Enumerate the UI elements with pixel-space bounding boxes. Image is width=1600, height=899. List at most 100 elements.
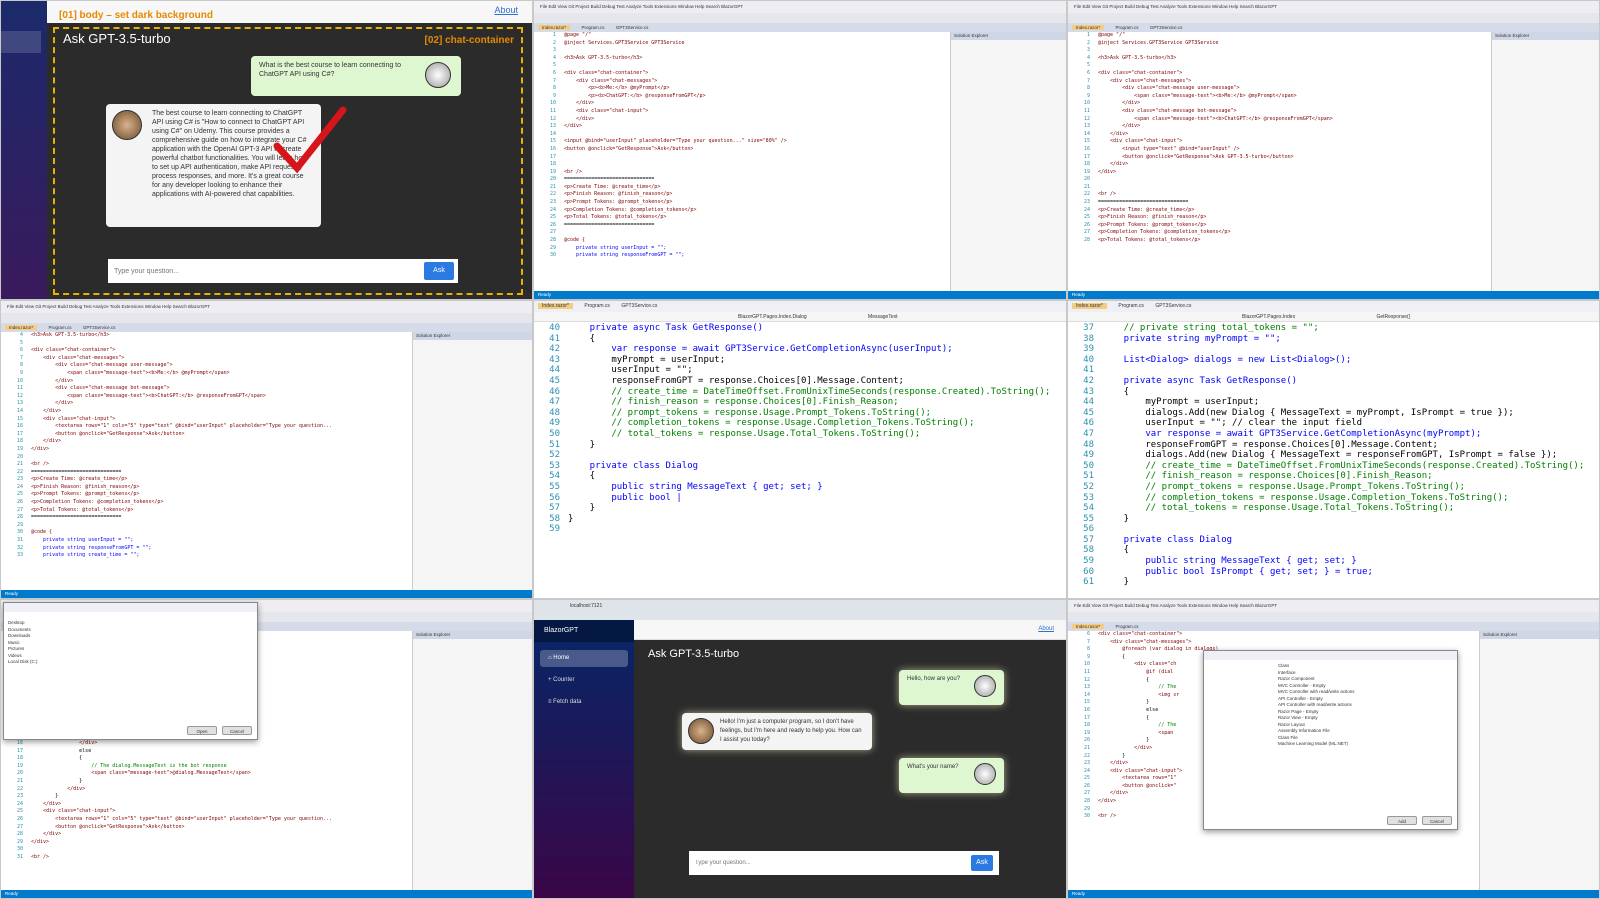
code-line[interactable]: 26 ============================== <box>538 222 948 230</box>
code-line[interactable]: 3 <box>538 47 948 55</box>
menu-bar[interactable]: File Edit View Git Project Build Debug T… <box>1 301 532 313</box>
code-line[interactable]: 40 List<Dialog> dialogs = new List<Dialo… <box>1072 355 1599 366</box>
code-line[interactable]: 1 @page "/" <box>538 32 948 40</box>
code-editor[interactable]: 1 @page "/" 2 @inject Services.GPT3Service … <box>534 32 948 291</box>
code-line[interactable]: 50 // total_tokens = response.Usage.Tota… <box>538 429 1066 440</box>
code-line[interactable]: 42 private async Task GetResponse() <box>1072 376 1599 387</box>
code-line[interactable]: 59 public string MessageText { get; set;… <box>1072 556 1599 567</box>
code-line[interactable]: 29 <box>5 522 410 530</box>
code-line[interactable]: 3 <box>1072 47 1489 55</box>
code-line[interactable]: 39 <box>1072 344 1599 355</box>
code-line[interactable]: 9 <span class="message-text"><b>Me:</b> … <box>5 370 410 378</box>
code-line[interactable]: 57 } <box>538 503 1066 514</box>
code-line[interactable]: 55 public string MessageText { get; set;… <box>538 482 1066 493</box>
code-line[interactable]: 30 <box>5 846 410 854</box>
code-line[interactable]: 14 </div> <box>1072 131 1489 139</box>
code-line[interactable]: 21 <br /> <box>5 461 410 469</box>
code-line[interactable]: 24 <p>Finish Reason: @finish_reason</p> <box>5 484 410 492</box>
code-line[interactable]: 13 </div> <box>1072 123 1489 131</box>
code-line[interactable]: 22 <p>Finish Reason: @finish_reason</p> <box>538 191 948 199</box>
code-line[interactable]: 40 private async Task GetResponse() <box>538 323 1066 334</box>
code-line[interactable]: 6 <div class="chat-container"> <box>1072 70 1489 78</box>
code-line[interactable]: 27 <box>538 229 948 237</box>
code-line[interactable]: 23 ============================== <box>1072 199 1489 207</box>
code-line[interactable]: 27 <button @onclick="GetResponse">Ask</b… <box>5 824 410 832</box>
code-line[interactable]: 58 { <box>1072 545 1599 556</box>
code-line[interactable]: 19 </div> <box>1072 169 1489 177</box>
code-line[interactable]: 23 <p>Create Time: @create_time</p> <box>5 476 410 484</box>
code-line[interactable]: 6 <div class="chat-container"> <box>1072 631 1477 639</box>
code-line[interactable]: 18 </div> <box>1072 161 1489 169</box>
code-line[interactable]: 25 <div class="chat-input"> <box>5 808 410 816</box>
code-line[interactable]: 61 } <box>1072 577 1599 588</box>
code-editor[interactable]: 40 private async Task GetResponse() 41 {4… <box>534 323 1066 598</box>
question-input[interactable] <box>695 855 955 871</box>
code-line[interactable]: 56 public bool | <box>538 493 1066 504</box>
code-line[interactable]: 58} <box>538 514 1066 525</box>
code-line[interactable]: 17 <box>538 154 948 162</box>
code-line[interactable]: 29 private string userInput = ""; <box>538 245 948 253</box>
code-line[interactable]: 46 userInput = ""; // clear the input fi… <box>1072 418 1599 429</box>
code-line[interactable]: 42 var response = await GPT3Service.GetC… <box>538 344 1066 355</box>
code-line[interactable]: 26 <textarea rows="1" cols="5" type="tex… <box>5 816 410 824</box>
code-line[interactable]: 54 { <box>538 471 1066 482</box>
code-line[interactable]: 28 <p>Total Tokens: @total_tokens</p> <box>1072 237 1489 245</box>
code-line[interactable]: 10 </div> <box>538 100 948 108</box>
code-line[interactable]: 17 <button @onclick="GetResponse">Ask</b… <box>5 431 410 439</box>
code-line[interactable]: 24 <p>Completion Tokens: @completion_toke… <box>538 207 948 215</box>
code-line[interactable]: 22 <br /> <box>1072 191 1489 199</box>
code-line[interactable]: 19 // The dialog.MessageText is the bot … <box>5 763 410 771</box>
code-line[interactable]: 2 @inject Services.GPT3Service GPT3Servic… <box>1072 40 1489 48</box>
code-line[interactable]: 14 <box>538 131 948 139</box>
code-line[interactable]: 44 userInput = ""; <box>538 365 1066 376</box>
code-line[interactable]: 26 <p>Completion Tokens: @completion_toke… <box>5 499 410 507</box>
code-line[interactable]: 31 <br /> <box>5 854 410 862</box>
tab-service[interactable]: GPT3Service.cs <box>1155 303 1191 309</box>
code-line[interactable]: 8 <div class="chat-message user-message"… <box>1072 85 1489 93</box>
code-line[interactable]: 33 private string create_time = ""; <box>5 552 410 560</box>
code-line[interactable]: 51 // finish_reason = response.Choices[0… <box>1072 471 1599 482</box>
code-line[interactable]: 47 var response = await GPT3Service.GetC… <box>1072 429 1599 440</box>
about-link[interactable]: About <box>494 5 518 15</box>
code-line[interactable]: 28 @code { <box>538 237 948 245</box>
code-line[interactable]: 56 <box>1072 524 1599 535</box>
code-line[interactable]: 17 else <box>5 748 410 756</box>
code-line[interactable]: 59 <box>538 524 1066 535</box>
code-line[interactable]: 45 responseFromGPT = response.Choices[0]… <box>538 376 1066 387</box>
code-line[interactable]: 23 } <box>5 793 410 801</box>
code-editor[interactable]: 37 // private string total_tokens = ""; 3… <box>1068 323 1599 598</box>
code-line[interactable]: 38 private string myPrompt = ""; <box>1072 334 1599 345</box>
code-line[interactable]: 7 <div class="chat-messages"> <box>1072 639 1477 647</box>
code-line[interactable]: 11 <div class="chat-message bot-message"… <box>5 385 410 393</box>
code-line[interactable]: 18 </div> <box>5 438 410 446</box>
code-line[interactable]: 25 <p>Prompt Tokens: @prompt_tokens</p> <box>5 491 410 499</box>
question-input[interactable] <box>114 263 414 279</box>
code-line[interactable]: 37 // private string total_tokens = ""; <box>1072 323 1599 334</box>
code-line[interactable]: 18 <box>538 161 948 169</box>
code-line[interactable]: 16 <textarea rows="1" cols="5" type="tex… <box>5 423 410 431</box>
code-line[interactable]: 26 <p>Prompt Tokens: @prompt_tokens</p> <box>1072 222 1489 230</box>
tab-program[interactable]: Program.cs <box>49 325 72 330</box>
code-line[interactable]: 19 <br /> <box>538 169 948 177</box>
code-line[interactable]: 4 <h3>Ask GPT-3.5-turbo</h3> <box>538 55 948 63</box>
code-line[interactable]: 53 // completion_tokens = response.Usage… <box>1072 493 1599 504</box>
code-line[interactable]: 16 <input type="text" @bind="userInput" … <box>1072 146 1489 154</box>
code-line[interactable]: 2 @inject Services.GPT3Service GPT3Servic… <box>538 40 948 48</box>
code-line[interactable]: 30 @code { <box>5 529 410 537</box>
code-line[interactable]: 15 <div class="chat-input"> <box>5 416 410 424</box>
dialog-add-button[interactable]: Add <box>1387 816 1417 825</box>
code-line[interactable]: 5 <box>1072 62 1489 70</box>
code-line[interactable]: 27 <p>Total Tokens: @total_tokens</p> <box>5 507 410 515</box>
ask-button[interactable]: Ask <box>971 855 993 871</box>
tab-index[interactable]: Index.razor* <box>1072 25 1105 30</box>
code-line[interactable]: 50 // create_time = DateTimeOffset.FromU… <box>1072 461 1599 472</box>
tab-service[interactable]: GPT3Service.cs <box>83 325 116 330</box>
code-line[interactable]: 41 { <box>538 334 1066 345</box>
code-line[interactable]: 12 <span class="message-text"><b>ChatGPT… <box>1072 116 1489 124</box>
code-line[interactable]: 18 { <box>5 755 410 763</box>
code-line[interactable]: 55 } <box>1072 514 1599 525</box>
code-line[interactable]: 24 </div> <box>5 801 410 809</box>
code-line[interactable]: 11 <div class="chat-input"> <box>538 108 948 116</box>
code-line[interactable]: 43 myPrompt = userInput; <box>538 355 1066 366</box>
code-line[interactable]: 49 // completion_tokens = response.Usage… <box>538 418 1066 429</box>
